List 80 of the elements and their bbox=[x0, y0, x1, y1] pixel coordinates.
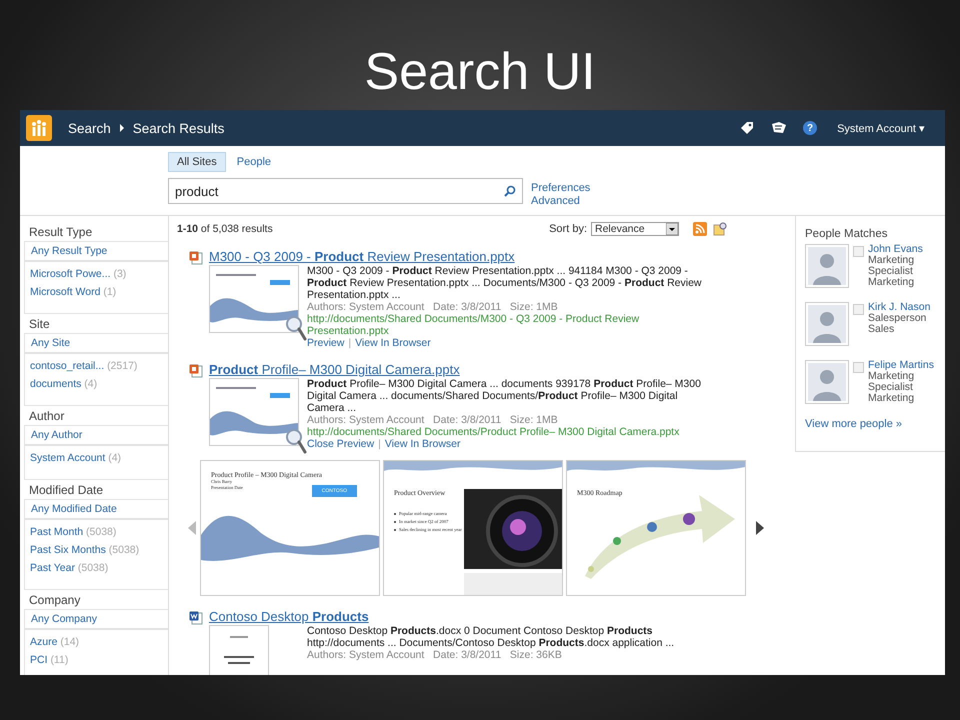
tag-icon[interactable] bbox=[739, 120, 756, 136]
results-count: 1-10 of 5,038 results bbox=[177, 223, 274, 235]
result-url: http://documents/Shared Documents/M300 - Q3 2009 - Product Review Presentation.pptx bbox=[307, 313, 640, 337]
avatar-silhouette bbox=[805, 244, 849, 288]
people-heading: People Matches bbox=[805, 228, 888, 240]
user-menu[interactable]: System Account ▾ bbox=[837, 122, 925, 134]
link-separator: | bbox=[378, 438, 381, 450]
result-action-link[interactable]: View In Browser bbox=[355, 337, 431, 349]
alert-icon[interactable] bbox=[713, 222, 727, 236]
slide-title: Search UI bbox=[364, 42, 596, 102]
refiner-option[interactable]: Any Company bbox=[24, 609, 168, 629]
person-detail: Marketing Specialist bbox=[868, 371, 916, 393]
refiner-heading: Modified Date bbox=[28, 482, 104, 499]
scope-tab[interactable]: All Sites bbox=[168, 152, 226, 172]
avatar-silhouette bbox=[805, 302, 849, 346]
scope-tab[interactable]: People bbox=[228, 152, 280, 172]
refiner-option[interactable]: Microsoft Powe... (3) bbox=[25, 265, 168, 283]
refiner-heading: Company bbox=[28, 592, 82, 609]
person-detail: Sales bbox=[868, 324, 894, 335]
presentation-file-icon bbox=[189, 251, 203, 265]
notes-icon[interactable] bbox=[771, 120, 788, 136]
refiner-heading: Site bbox=[28, 316, 51, 333]
result-summary: Product Profile– M300 Digital Camera ... documents 939178 Product Profile– M300 Digital Camera ... documents/Shared Documents/Product Profile– M300 Digital Camera ... bbox=[307, 378, 702, 414]
person-detail: Marketing bbox=[868, 393, 916, 404]
dropdown-arrow-icon bbox=[666, 223, 678, 235]
result-metadata: Authors: System Account Date: 3/8/2011 Size: 36KB bbox=[307, 649, 563, 661]
refiner-option[interactable]: Microsoft Word (1) bbox=[25, 283, 168, 301]
person-checkbox[interactable] bbox=[853, 362, 864, 373]
refiner-option[interactable]: Past Year (5038) bbox=[25, 559, 168, 577]
refiner-heading: Result Type bbox=[28, 224, 94, 241]
refiner-heading: Author bbox=[28, 408, 66, 425]
refiner-option[interactable]: Any Author bbox=[24, 425, 168, 445]
help-button[interactable]: ? bbox=[803, 121, 818, 135]
refiner-option[interactable]: Any Site bbox=[24, 333, 168, 353]
result-summary: Contoso Desktop Products.docx 0 Document Contoso Desktop Products http://documents ... Documents/Contoso Desktop Products.docx application ... bbox=[307, 625, 676, 649]
result-summary: M300 - Q3 2009 - Product Review Presentation.pptx ... 941184 M300 - Q3 2009 - Product Review Presentation.pptx ... Documents/M300 - Q3 2009 - Product Review Presentation.pptx ... bbox=[307, 265, 703, 301]
search-field[interactable]: product bbox=[168, 178, 523, 204]
presentation-file-icon bbox=[189, 364, 203, 378]
person-detail: Salesperson bbox=[868, 313, 928, 324]
person-checkbox[interactable] bbox=[853, 246, 864, 257]
refiner-option[interactable]: contoso_retail... (2517) bbox=[25, 357, 168, 375]
search-option-link[interactable]: Advanced bbox=[531, 195, 590, 207]
next-arrow-icon[interactable] bbox=[755, 520, 765, 536]
link-separator: | bbox=[348, 337, 352, 349]
magnifier-icon[interactable] bbox=[285, 315, 307, 341]
result-metadata: Authors: System Account Date: 3/8/2011 Size: 1MB bbox=[307, 301, 559, 313]
page-title: Search Results bbox=[132, 120, 224, 136]
result-action-link[interactable]: Preview bbox=[307, 337, 344, 349]
sort-label: Sort by: bbox=[549, 223, 587, 235]
avatar-silhouette bbox=[805, 360, 849, 404]
refiner-option[interactable]: Past Six Months (5038) bbox=[25, 541, 168, 559]
person-name-link[interactable]: Felipe Martins bbox=[868, 360, 940, 371]
result-action-link[interactable]: Close Preview bbox=[307, 438, 374, 450]
document-file-icon bbox=[189, 611, 203, 625]
refiner-option[interactable]: Any Modified Date bbox=[24, 499, 168, 519]
breadcrumb-link[interactable]: Search bbox=[68, 120, 111, 136]
person-checkbox[interactable] bbox=[853, 304, 864, 315]
search-option-link[interactable]: Preferences bbox=[531, 182, 590, 194]
result-title-link[interactable]: M300 - Q3 2009 - Product Review Presentation.pptx bbox=[209, 249, 795, 265]
slide-thumbnail[interactable] bbox=[209, 378, 299, 446]
person-detail: Marketing bbox=[868, 277, 916, 288]
sort-dropdown[interactable]: Relevance bbox=[591, 222, 679, 236]
person-name-link[interactable]: John Evans bbox=[868, 244, 940, 255]
view-more-people-link[interactable]: View more people » bbox=[805, 418, 902, 430]
result-title-link[interactable]: Contoso Desktop Products bbox=[209, 609, 795, 625]
result-url: http://documents/Shared Documents/Product Profile– M300 Digital Camera.pptx bbox=[307, 426, 680, 438]
refiner-option[interactable]: documents (4) bbox=[25, 375, 168, 393]
person-name-link[interactable]: Kirk J. Nason bbox=[868, 302, 940, 313]
result-action-link[interactable]: View In Browser bbox=[384, 438, 461, 450]
search-icon[interactable] bbox=[504, 185, 516, 197]
refiner-option[interactable]: PCI (11) bbox=[25, 651, 168, 669]
refiner-option[interactable]: Azure (14) bbox=[25, 633, 168, 651]
result-metadata: Authors: System Account Date: 3/8/2011 Size: 1MB bbox=[307, 414, 559, 426]
person-detail: Marketing Specialist bbox=[868, 255, 916, 277]
breadcrumb-arrow-icon bbox=[118, 124, 125, 132]
slide-thumbnail[interactable] bbox=[209, 265, 299, 333]
refiner-option[interactable]: Any Result Type bbox=[24, 241, 168, 261]
magnifier-icon[interactable] bbox=[285, 428, 307, 454]
refiner-option[interactable]: Past Month (5038) bbox=[25, 523, 168, 541]
result-title-link[interactable]: Product Profile– M300 Digital Camera.pptx bbox=[209, 362, 795, 378]
